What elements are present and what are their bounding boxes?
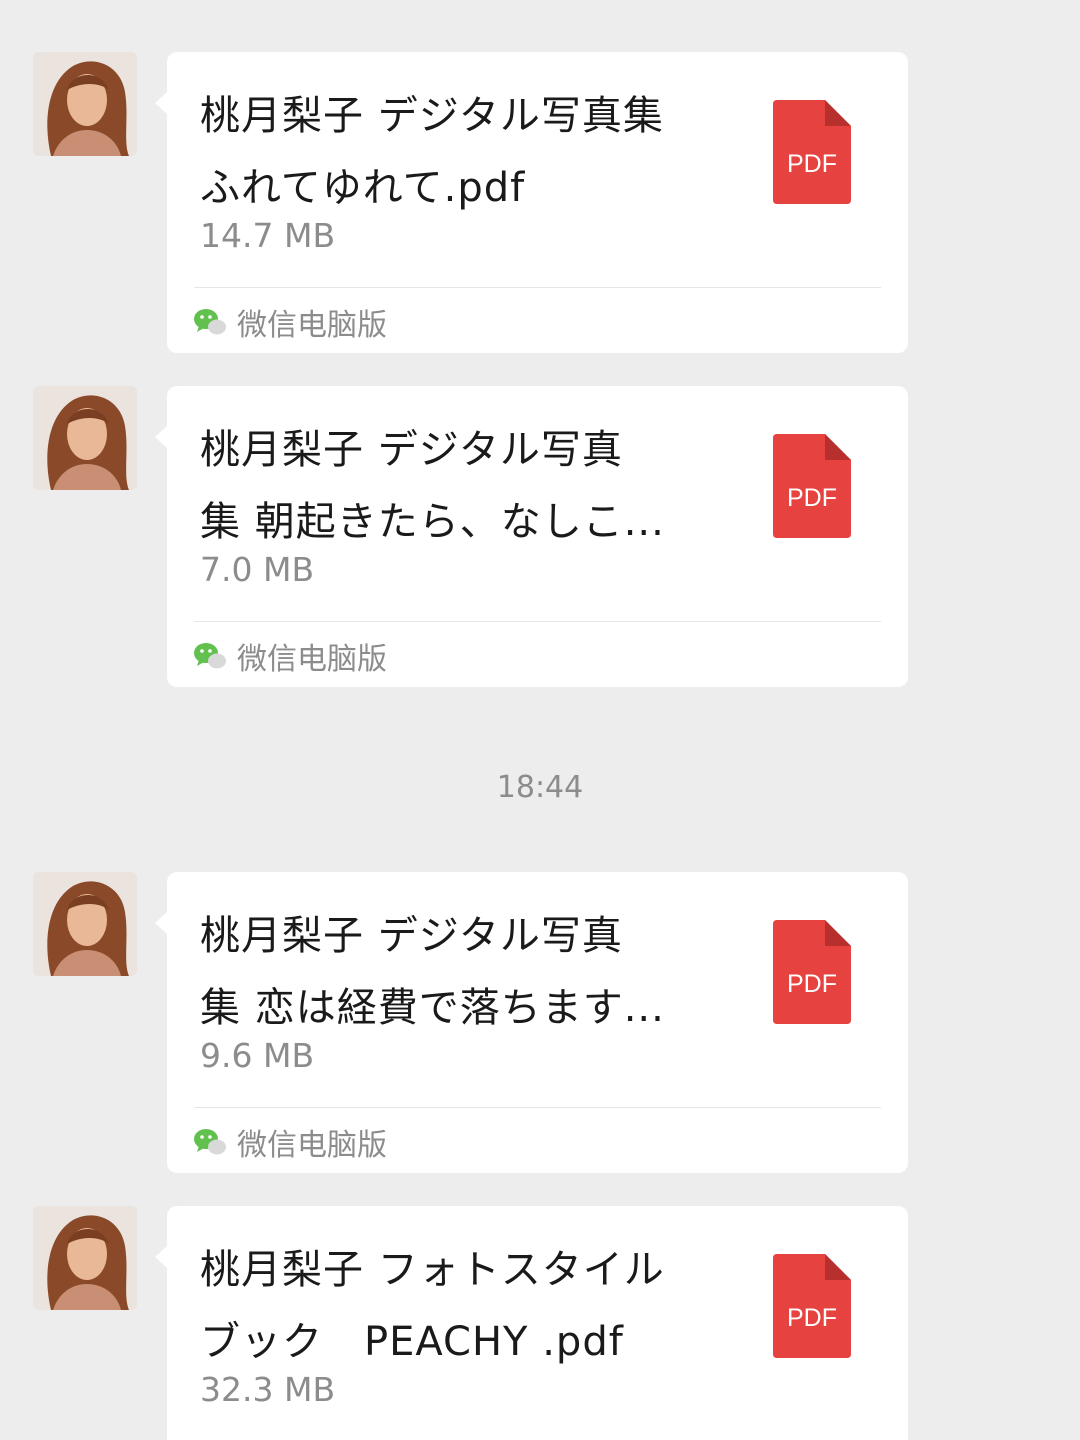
file-name: 桃月梨子 デジタル写真集 ふれてゆれて.pdf <box>200 80 730 224</box>
pdf-file-icon: PDF <box>773 920 851 1024</box>
file-size: 7.0 MB <box>200 550 315 589</box>
file-size: 9.6 MB <box>200 1036 315 1075</box>
file-name-line-1: 桃月梨子 デジタル写真 <box>200 427 623 473</box>
file-name-line-1: 桃月梨子 デジタル写真 <box>200 913 623 959</box>
avatar-photo <box>33 386 137 490</box>
avatar-photo <box>33 1206 137 1310</box>
file-type-label: PDF <box>787 484 837 512</box>
source-label: 微信电脑版 <box>237 642 387 677</box>
file-size: 14.7 MB <box>200 216 336 255</box>
source-label: 微信电脑版 <box>237 1128 387 1163</box>
source-app: 微信电脑版 <box>193 1120 387 1164</box>
file-name-line-2: ブック PEACHY .pdf <box>200 1319 624 1365</box>
wechat-logo-icon <box>194 643 226 669</box>
avatar[interactable] <box>33 872 137 976</box>
file-bubble[interactable]: 桃月梨子 デジタル写真 集 朝起きたら、なしこ... 7.0 MB PDF 微信… <box>155 386 908 687</box>
file-name-line-2: 集 恋は経費で落ちます... <box>200 985 665 1031</box>
file-name-line-2: ふれてゆれて.pdf <box>200 165 526 211</box>
source-label: 微信电脑版 <box>237 308 387 343</box>
source-app: 微信电脑版 <box>193 300 387 344</box>
pdf-file-icon: PDF <box>773 1254 851 1358</box>
file-name-line-2: 集 朝起きたら、なしこ... <box>200 499 665 545</box>
file-bubble[interactable]: 桃月梨子 デジタル写真集 ふれてゆれて.pdf 14.7 MB PDF 微信电脑… <box>155 52 908 353</box>
divider <box>194 1107 881 1108</box>
file-name: 桃月梨子 デジタル写真 集 朝起きたら、なしこ... <box>200 414 730 558</box>
file-name: 桃月梨子 フォトスタイル ブック PEACHY .pdf <box>200 1234 730 1378</box>
pdf-file-icon: PDF <box>773 434 851 538</box>
avatar[interactable] <box>33 1206 137 1310</box>
source-app: 微信电脑版 <box>193 634 387 678</box>
avatar[interactable] <box>33 52 137 156</box>
file-bubble[interactable]: 桃月梨子 デジタル写真 集 恋は経費で落ちます... 9.6 MB PDF 微信… <box>155 872 908 1173</box>
file-type-label: PDF <box>787 970 837 998</box>
file-type-label: PDF <box>787 150 837 178</box>
file-type-label: PDF <box>787 1304 837 1332</box>
avatar-photo <box>33 52 137 156</box>
pdf-file-icon: PDF <box>773 100 851 204</box>
avatar-photo <box>33 872 137 976</box>
wechat-logo-icon <box>194 1129 226 1155</box>
file-bubble[interactable]: 桃月梨子 フォトスタイル ブック PEACHY .pdf 32.3 MB PDF <box>155 1206 908 1440</box>
file-name: 桃月梨子 デジタル写真 集 恋は経費で落ちます... <box>200 900 730 1044</box>
divider <box>194 287 881 288</box>
file-size: 32.3 MB <box>200 1370 336 1409</box>
avatar[interactable] <box>33 386 137 490</box>
divider <box>194 621 881 622</box>
chat-view: 桃月梨子 デジタル写真集 ふれてゆれて.pdf 14.7 MB PDF 微信电脑… <box>0 0 1080 1440</box>
file-name-line-1: 桃月梨子 デジタル写真集 <box>200 93 664 139</box>
chat-timestamp: 18:44 <box>496 770 584 805</box>
wechat-logo-icon <box>194 309 226 335</box>
file-name-line-1: 桃月梨子 フォトスタイル <box>200 1247 665 1293</box>
